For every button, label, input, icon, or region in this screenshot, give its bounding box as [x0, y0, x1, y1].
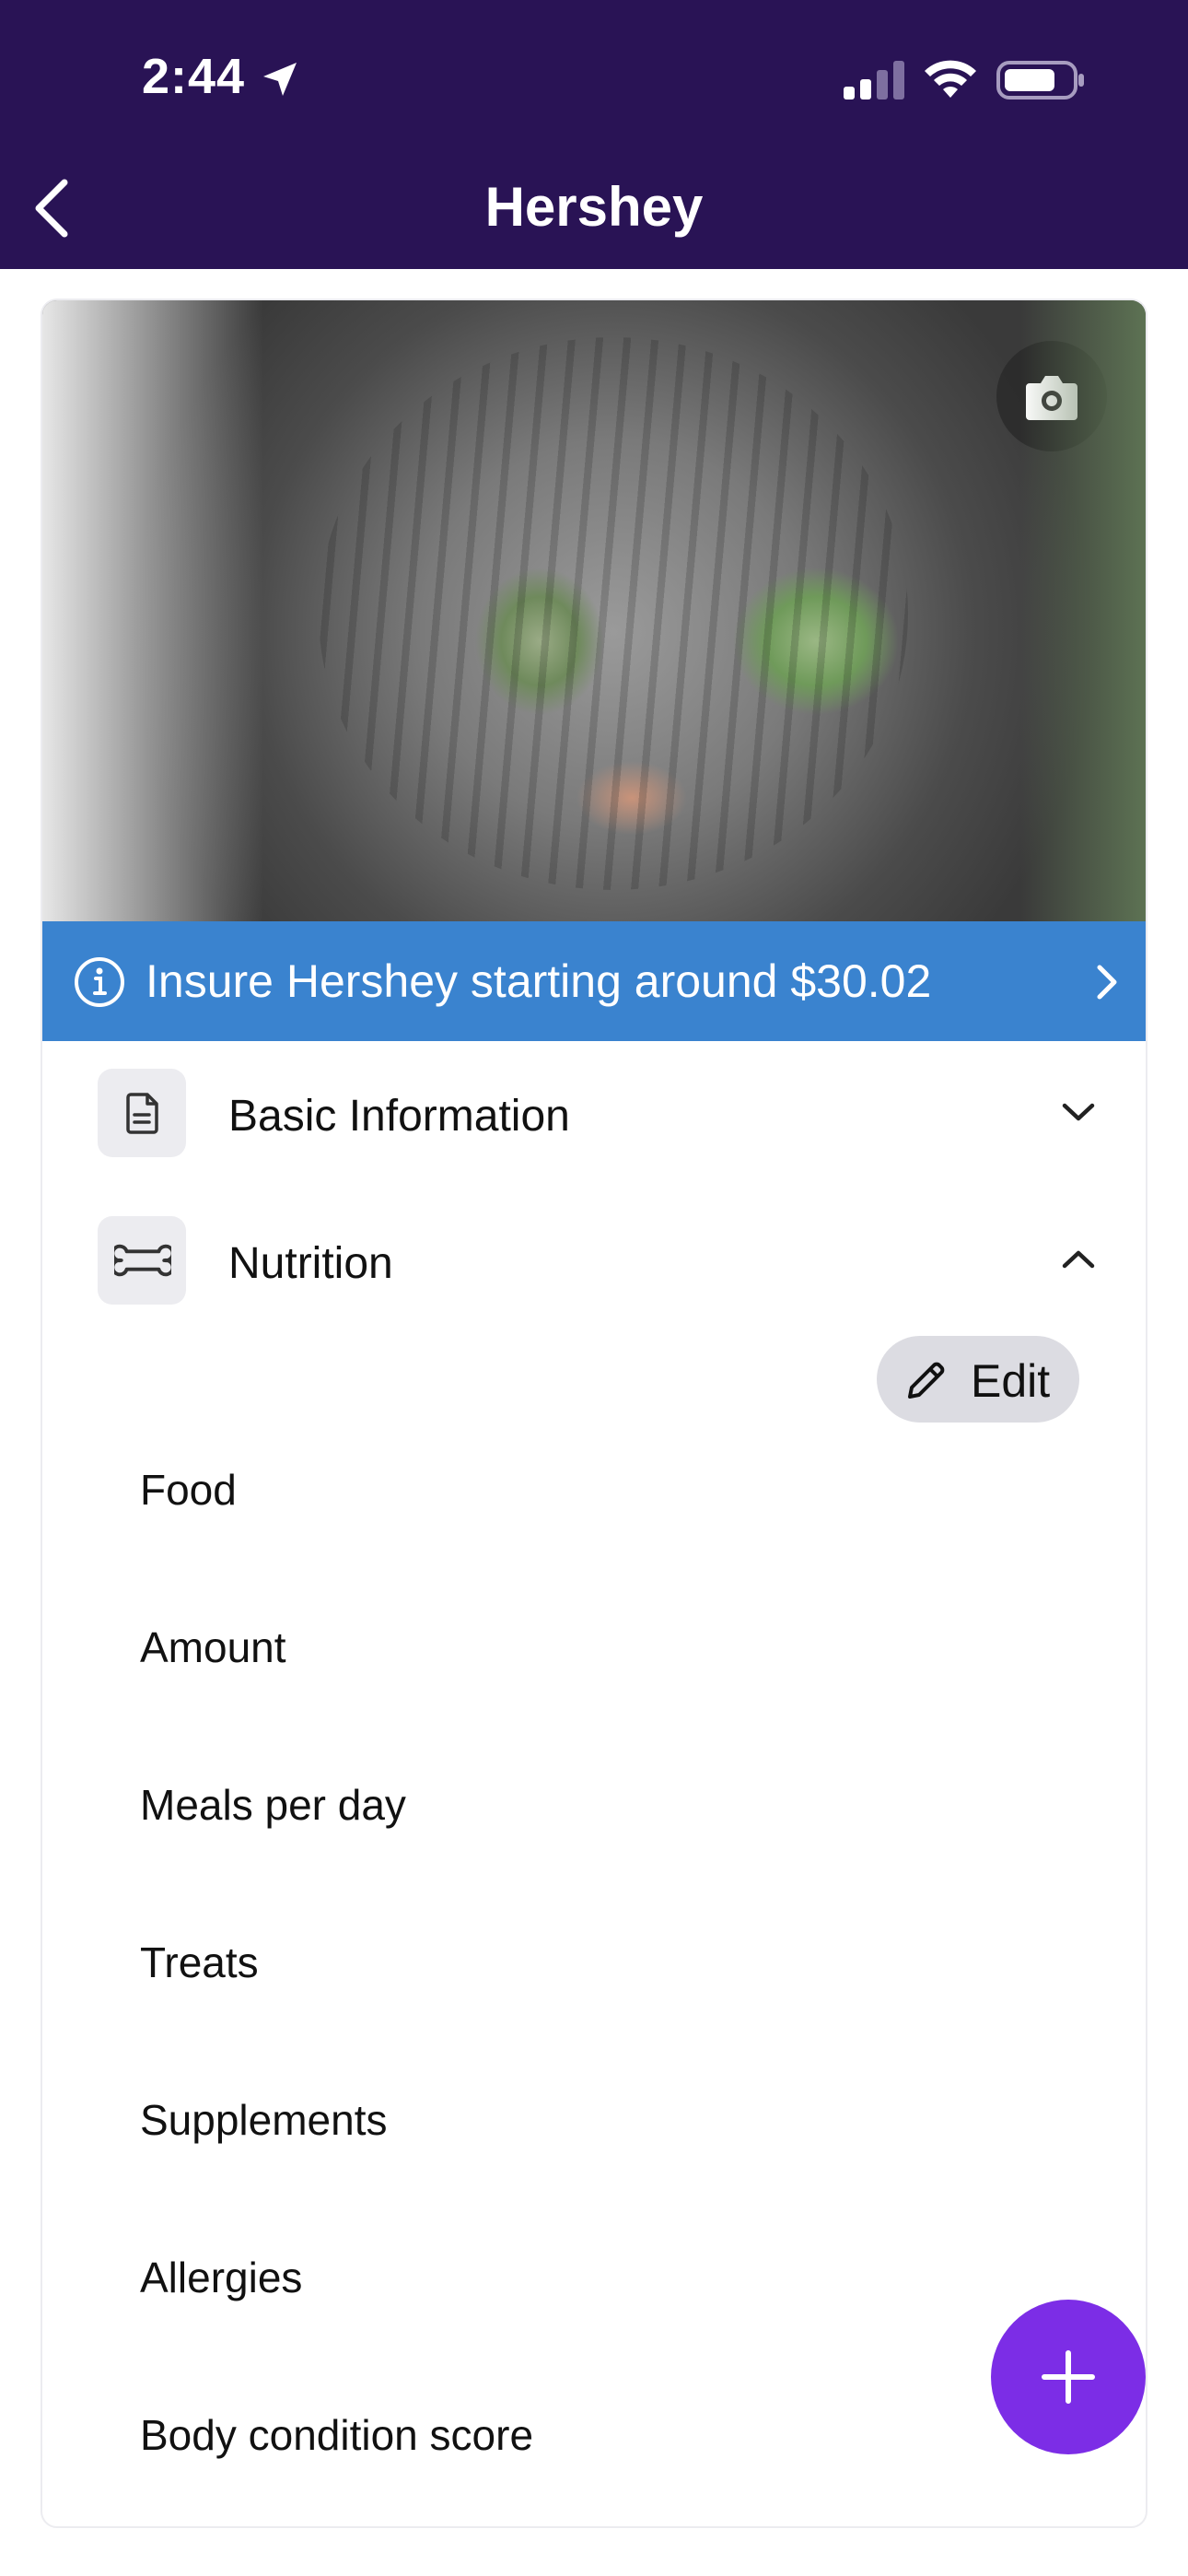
nutrition-field-body-condition-score[interactable]: Body condition score — [140, 2410, 533, 2460]
insurance-banner-text: Insure Hershey starting around $30.02 — [146, 955, 932, 1007]
chevron-up-icon — [1062, 1250, 1095, 1269]
nutrition-field-supplements[interactable]: Supplements — [140, 2095, 388, 2145]
nutrition-field-treats[interactable]: Treats — [140, 1938, 259, 1987]
section-icon-tile — [98, 1216, 186, 1305]
change-photo-button[interactable] — [996, 341, 1107, 451]
pencil-icon — [908, 1362, 945, 1399]
nutrition-field-amount[interactable]: Amount — [140, 1622, 286, 1672]
wifi-icon — [925, 60, 976, 98]
insurance-banner[interactable]: Insure Hershey starting around $30.02 — [42, 921, 1146, 1041]
section-label: Nutrition — [228, 1239, 393, 1288]
page-title: Hershey — [484, 176, 704, 238]
nutrition-field-allergies[interactable]: Allergies — [140, 2253, 302, 2302]
plus-icon — [1042, 2350, 1095, 2404]
info-circle-icon — [75, 957, 124, 1007]
section-basic-information[interactable]: Basic Information — [42, 1069, 1146, 1161]
pet-profile-card: Insure Hershey starting around $30.02 Ba… — [41, 299, 1147, 2528]
camera-icon — [1026, 376, 1077, 420]
document-icon — [126, 1093, 158, 1134]
add-fab-button[interactable] — [991, 2300, 1146, 2454]
nutrition-field-meals-per-day[interactable]: Meals per day — [140, 1780, 406, 1830]
pet-photo — [42, 300, 1146, 921]
section-label: Basic Information — [228, 1092, 570, 1141]
pet-photo-texture — [319, 337, 908, 890]
cellular-signal-icon — [844, 61, 904, 100]
edit-nutrition-button[interactable]: Edit — [877, 1336, 1079, 1423]
location-arrow-icon — [263, 63, 297, 96]
edit-button-label: Edit — [971, 1355, 1051, 1407]
bone-icon — [114, 1244, 171, 1277]
battery-icon — [996, 61, 1084, 100]
status-time: 2:44 — [142, 49, 246, 104]
nutrition-field-food[interactable]: Food — [140, 1465, 237, 1515]
section-icon-tile — [98, 1069, 186, 1157]
app-header: 2:44 Hershey — [0, 0, 1188, 269]
chevron-right-icon — [1097, 965, 1117, 1000]
chevron-down-icon — [1062, 1103, 1095, 1121]
section-nutrition[interactable]: Nutrition — [42, 1216, 1146, 1308]
